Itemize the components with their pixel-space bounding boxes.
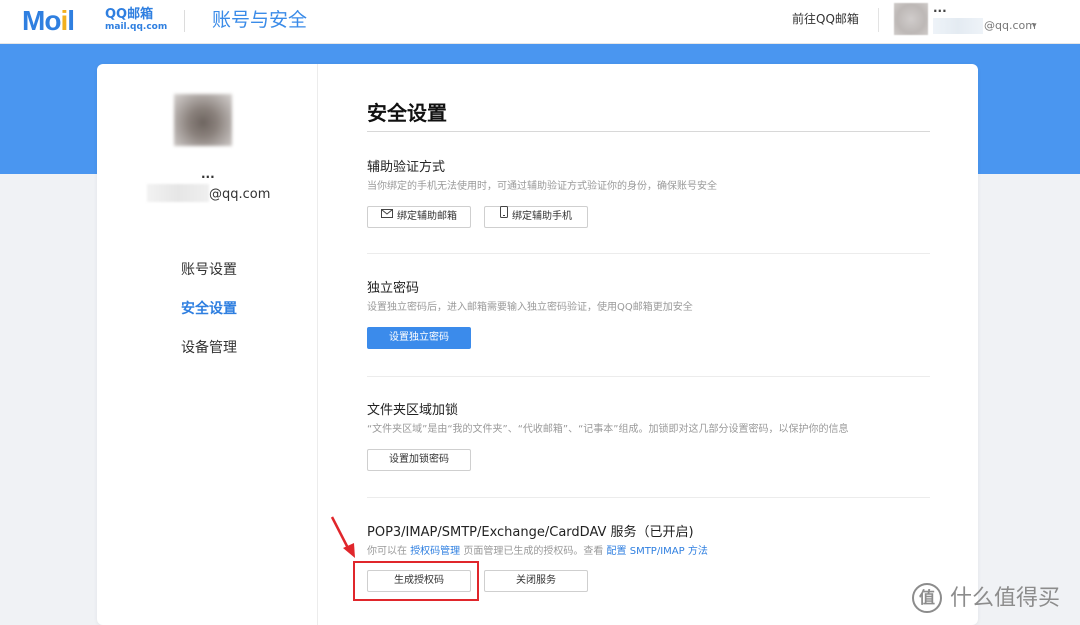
logo-domain: mail.qq.com	[105, 22, 168, 32]
header-nickname: ...	[933, 1, 947, 15]
set-lock-password-button[interactable]: 设置加锁密码	[367, 449, 471, 471]
header-divider	[184, 10, 185, 32]
sidebar-item-account-settings[interactable]: 账号设置	[181, 261, 237, 279]
watermark-text: 什么值得买	[950, 586, 1061, 611]
title-divider	[367, 131, 930, 132]
sidebar-item-security-settings[interactable]: 安全设置	[181, 300, 237, 318]
profile-nickname: ...	[201, 167, 215, 181]
desc-prefix-text: 你可以在	[367, 546, 411, 557]
section-desc-independent-password: 设置独立密码后，进入邮箱需要输入独立密码验证，使用QQ邮箱更加安全	[367, 302, 693, 313]
logo-mail-wordmark: Moil	[22, 5, 75, 36]
goto-qq-mail-link[interactable]: 前往QQ邮箱	[792, 11, 859, 27]
phone-icon	[500, 206, 508, 226]
bind-backup-email-label: 绑定辅助邮箱	[397, 211, 457, 222]
section-title-independent-password: 独立密码	[367, 281, 420, 296]
section-desc-folder-lock: “文件夹区域”是由“我的文件夹”、“代收邮箱”、“记事本”组成。加锁即对这几部分…	[367, 424, 849, 435]
auth-code-management-link[interactable]: 授权码管理	[410, 546, 460, 557]
section-desc-auxiliary-verification: 当你绑定的手机无法使用时，可通过辅助验证方式验证你的身份，确保账号安全	[367, 181, 717, 192]
set-independent-password-button[interactable]: 设置独立密码	[367, 327, 471, 349]
header-title: 账号与安全	[212, 9, 308, 31]
logo-brand: QQ邮箱	[105, 7, 154, 22]
bind-backup-phone-button[interactable]: 绑定辅助手机	[484, 206, 588, 228]
account-dropdown-caret-icon[interactable]: ▾	[1032, 21, 1037, 31]
top-header: Moil QQ邮箱 mail.qq.com 账号与安全 前往QQ邮箱 ... @…	[0, 0, 1080, 44]
section-desc-mail-protocol-service: 你可以在 授权码管理 页面管理已生成的授权码。查看 配置 SMTP/IMAP 方…	[367, 545, 708, 558]
section-divider	[367, 497, 930, 498]
section-divider	[367, 376, 930, 377]
profile-email-redacted	[147, 184, 209, 202]
smtp-imap-config-link[interactable]: 配置 SMTP/IMAP 方法	[607, 546, 708, 557]
section-divider	[367, 253, 930, 254]
profile-email: @qq.com	[209, 187, 271, 202]
bind-backup-phone-label: 绑定辅助手机	[512, 211, 572, 222]
section-title-auxiliary-verification: 辅助验证方式	[367, 160, 446, 175]
red-arrow-icon	[330, 516, 355, 558]
highlight-box	[353, 561, 479, 601]
sidebar-item-device-management[interactable]: 设备管理	[181, 339, 237, 357]
bind-backup-email-button[interactable]: 绑定辅助邮箱	[367, 206, 471, 228]
mail-icon	[381, 206, 393, 226]
header-separator	[878, 8, 879, 32]
page-title: 安全设置	[367, 101, 447, 125]
header-email-redacted	[933, 18, 983, 34]
profile-avatar	[174, 94, 232, 146]
settings-card: ... @qq.com 账号设置 安全设置 设备管理 安全设置 辅助验证方式 当…	[97, 64, 978, 625]
header-email[interactable]: @qq.com	[984, 19, 1036, 33]
header-avatar[interactable]	[894, 3, 928, 35]
section-title-mail-protocol-service: POP3/IMAP/SMTP/Exchange/CardDAV 服务（已开启)	[367, 525, 694, 540]
disable-service-button[interactable]: 关闭服务	[484, 570, 588, 592]
desc-middle-text: 页面管理已生成的授权码。查看	[460, 546, 607, 557]
watermark-logo-icon: 值	[912, 583, 942, 613]
section-title-folder-lock: 文件夹区域加锁	[367, 403, 459, 418]
sidebar-divider	[317, 64, 318, 625]
